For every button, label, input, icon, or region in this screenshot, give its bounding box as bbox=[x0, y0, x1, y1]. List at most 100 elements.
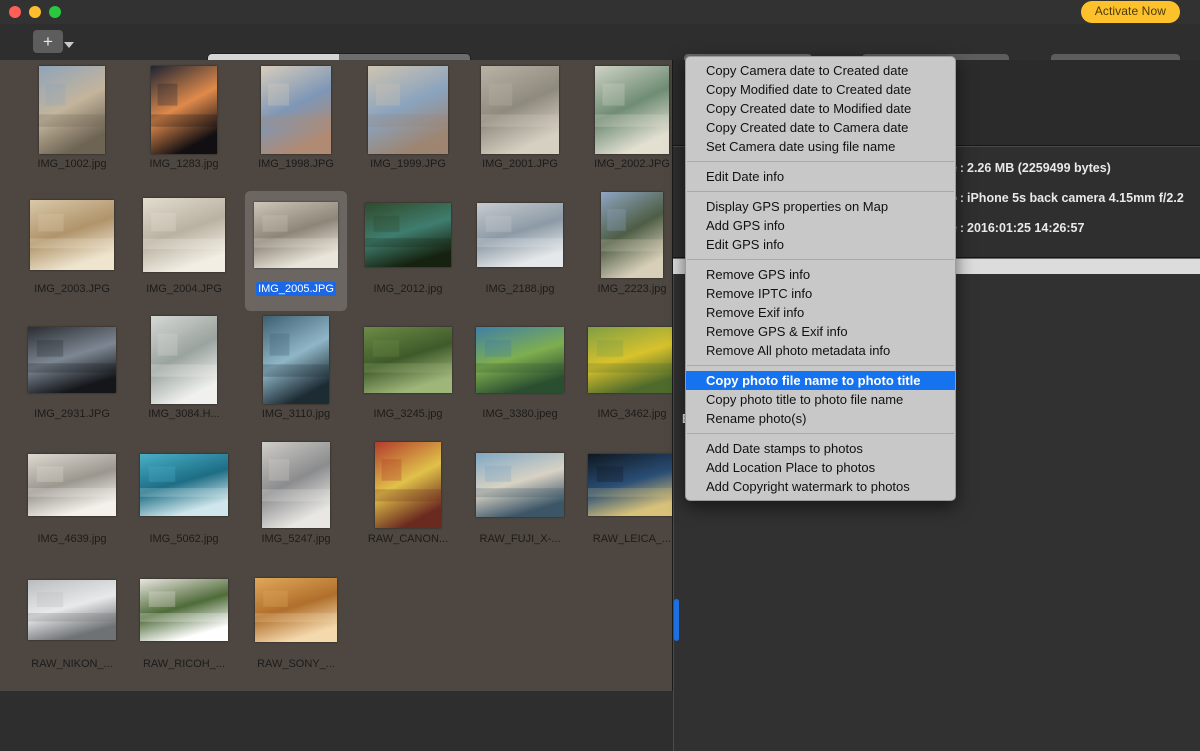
photo-filename-label[interactable]: RAW_FUJI_X-... bbox=[478, 532, 563, 546]
photo-cell[interactable]: IMG_2188.jpg bbox=[467, 189, 573, 314]
photo-thumbnail[interactable] bbox=[360, 64, 456, 156]
photo-filename-label[interactable]: IMG_4639.jpg bbox=[35, 532, 108, 546]
photo-filename-label[interactable]: IMG_1002.jpg bbox=[35, 157, 108, 171]
photo-thumbnail[interactable] bbox=[584, 189, 672, 281]
photo-cell[interactable]: IMG_4639.jpg bbox=[19, 439, 125, 564]
photo-cell[interactable]: RAW_RICOH_... bbox=[131, 564, 237, 689]
menu-item-copy-created-date-to-modified-date[interactable]: Copy Created date to Modified date bbox=[686, 99, 955, 118]
menu-item-copy-modified-date-to-created-date[interactable]: Copy Modified date to Created date bbox=[686, 80, 955, 99]
menu-item-remove-all-photo-metadata-info[interactable]: Remove All photo metadata info bbox=[686, 341, 955, 360]
photo-thumbnail[interactable] bbox=[472, 314, 568, 406]
photo-thumbnail[interactable] bbox=[472, 64, 568, 156]
photo-cell[interactable]: RAW_LEICA_... bbox=[579, 439, 672, 564]
menu-item-set-camera-date-using-file-name[interactable]: Set Camera date using file name bbox=[686, 137, 955, 156]
menu-item-edit-gps-info[interactable]: Edit GPS info bbox=[686, 235, 955, 254]
photo-thumbnail[interactable] bbox=[360, 189, 456, 281]
menu-item-copy-created-date-to-camera-date[interactable]: Copy Created date to Camera date bbox=[686, 118, 955, 137]
photo-thumbnail[interactable] bbox=[472, 189, 568, 281]
photo-filename-label[interactable]: IMG_1999.JPG bbox=[368, 157, 448, 171]
photo-thumbnail[interactable] bbox=[136, 439, 232, 531]
photo-cell[interactable]: IMG_3380.jpeg bbox=[467, 314, 573, 439]
photo-thumbnail[interactable] bbox=[248, 439, 344, 531]
photo-thumbnail[interactable] bbox=[248, 314, 344, 406]
photo-filename-label[interactable]: RAW_RICOH_... bbox=[141, 657, 227, 671]
photo-filename-label[interactable]: RAW_LEICA_... bbox=[591, 532, 672, 546]
maximize-window-icon[interactable] bbox=[49, 6, 61, 18]
photo-cell[interactable]: RAW_SONY_... bbox=[243, 564, 349, 689]
close-window-icon[interactable] bbox=[9, 6, 21, 18]
photo-thumbnail[interactable] bbox=[584, 439, 672, 531]
photo-grid-pane[interactable]: IMG_1002.jpg IMG_1283.jpg IMG_1998.JPG IMG_… bbox=[0, 60, 673, 691]
quick-action-menu[interactable]: Copy Camera date to Created date Copy Mod… bbox=[685, 56, 956, 501]
photo-filename-label[interactable]: IMG_1998.JPG bbox=[256, 157, 336, 171]
photo-thumbnail[interactable] bbox=[24, 64, 120, 156]
photo-filename-label[interactable]: IMG_1283.jpg bbox=[147, 157, 220, 171]
photo-thumbnail[interactable] bbox=[248, 564, 344, 656]
photo-cell[interactable]: RAW_NIKON_... bbox=[19, 564, 125, 689]
photo-filename-label[interactable]: IMG_3110.jpg bbox=[260, 407, 332, 421]
detail-scrollbar-thumb[interactable] bbox=[674, 599, 679, 641]
photo-thumbnail[interactable] bbox=[24, 189, 120, 281]
photo-cell[interactable]: IMG_3084.H... bbox=[131, 314, 237, 439]
photo-filename-label[interactable]: IMG_2003.JPG bbox=[32, 282, 112, 296]
photo-thumbnail[interactable] bbox=[136, 564, 232, 656]
photo-filename-label[interactable]: IMG_3462.jpg bbox=[595, 407, 668, 421]
menu-item-add-gps-info[interactable]: Add GPS info bbox=[686, 216, 955, 235]
photo-filename-label[interactable]: IMG_3380.jpeg bbox=[480, 407, 559, 421]
photo-thumbnail[interactable] bbox=[24, 439, 120, 531]
photo-cell[interactable]: IMG_2002.JPG bbox=[579, 64, 672, 189]
photo-thumbnail[interactable] bbox=[248, 64, 344, 156]
photo-thumbnail[interactable] bbox=[136, 64, 232, 156]
photo-filename-label[interactable]: IMG_2188.jpg bbox=[483, 282, 556, 296]
photo-filename-label[interactable]: IMG_3084.H... bbox=[146, 407, 222, 421]
photo-filename-label[interactable]: IMG_3245.jpg bbox=[371, 407, 444, 421]
photo-filename-label[interactable]: IMG_5062.jpg bbox=[147, 532, 220, 546]
menu-item-add-location-place-to-photos[interactable]: Add Location Place to photos bbox=[686, 458, 955, 477]
photo-cell[interactable]: IMG_2931.JPG bbox=[19, 314, 125, 439]
photo-filename-label[interactable]: RAW_CANON... bbox=[366, 532, 450, 546]
photo-cell[interactable]: IMG_2223.jpg bbox=[579, 189, 672, 314]
menu-item-remove-iptc-info[interactable]: Remove IPTC info bbox=[686, 284, 955, 303]
photo-filename-label[interactable]: RAW_SONY_... bbox=[255, 657, 337, 671]
minimize-window-icon[interactable] bbox=[29, 6, 41, 18]
photo-cell[interactable]: IMG_3110.jpg bbox=[243, 314, 349, 439]
photo-thumbnail[interactable] bbox=[24, 564, 120, 656]
photo-thumbnail[interactable] bbox=[136, 314, 232, 406]
photo-filename-label[interactable]: IMG_2005.JPG bbox=[256, 282, 336, 296]
photo-cell[interactable]: IMG_5062.jpg bbox=[131, 439, 237, 564]
photo-filename-label[interactable]: IMG_2004.JPG bbox=[144, 282, 224, 296]
photo-cell[interactable]: IMG_1998.JPG bbox=[243, 64, 349, 189]
menu-item-copy-photo-file-name-to-photo-title[interactable]: Copy photo file name to photo title bbox=[686, 371, 955, 390]
photo-cell[interactable]: IMG_3245.jpg bbox=[355, 314, 461, 439]
photo-cell[interactable]: IMG_1002.jpg bbox=[19, 64, 125, 189]
photo-cell[interactable]: IMG_2001.JPG bbox=[467, 64, 573, 189]
photo-thumbnail[interactable] bbox=[136, 189, 232, 281]
photo-cell[interactable]: IMG_1283.jpg bbox=[131, 64, 237, 189]
menu-item-remove-exif-info[interactable]: Remove Exif info bbox=[686, 303, 955, 322]
photo-thumbnail[interactable] bbox=[584, 314, 672, 406]
activate-now-button[interactable]: Activate Now bbox=[1080, 1, 1180, 23]
add-photos-button[interactable]: + bbox=[33, 30, 63, 53]
menu-item-edit-date-info[interactable]: Edit Date info bbox=[686, 167, 955, 186]
photo-cell[interactable]: IMG_2012.jpg bbox=[355, 189, 461, 314]
photo-thumbnail[interactable] bbox=[472, 439, 568, 531]
menu-item-add-copyright-watermark-to-photos[interactable]: Add Copyright watermark to photos bbox=[686, 477, 955, 496]
photo-filename-label[interactable]: IMG_5247.jpg bbox=[259, 532, 332, 546]
photo-thumbnail[interactable] bbox=[360, 439, 456, 531]
photo-filename-label[interactable]: IMG_2931.JPG bbox=[32, 407, 112, 421]
photo-thumbnail[interactable] bbox=[24, 314, 120, 406]
photo-cell[interactable]: RAW_CANON... bbox=[355, 439, 461, 564]
photo-cell[interactable]: IMG_2004.JPG bbox=[131, 189, 237, 314]
menu-item-rename-photo-s[interactable]: Rename photo(s) bbox=[686, 409, 955, 428]
photo-filename-label[interactable]: IMG_2001.JPG bbox=[480, 157, 560, 171]
menu-item-remove-gps-exif-info[interactable]: Remove GPS & Exif info bbox=[686, 322, 955, 341]
photo-filename-label[interactable]: IMG_2223.jpg bbox=[595, 282, 668, 296]
menu-item-copy-photo-title-to-photo-file-name[interactable]: Copy photo title to photo file name bbox=[686, 390, 955, 409]
menu-item-copy-camera-date-to-created-date[interactable]: Copy Camera date to Created date bbox=[686, 61, 955, 80]
photo-cell[interactable]: IMG_2003.JPG bbox=[19, 189, 125, 314]
photo-cell[interactable]: RAW_FUJI_X-... bbox=[467, 439, 573, 564]
photo-thumbnail[interactable] bbox=[360, 314, 456, 406]
photo-cell[interactable]: IMG_3462.jpg bbox=[579, 314, 672, 439]
photo-filename-label[interactable]: IMG_2012.jpg bbox=[371, 282, 444, 296]
menu-item-display-gps-properties-on-map[interactable]: Display GPS properties on Map bbox=[686, 197, 955, 216]
